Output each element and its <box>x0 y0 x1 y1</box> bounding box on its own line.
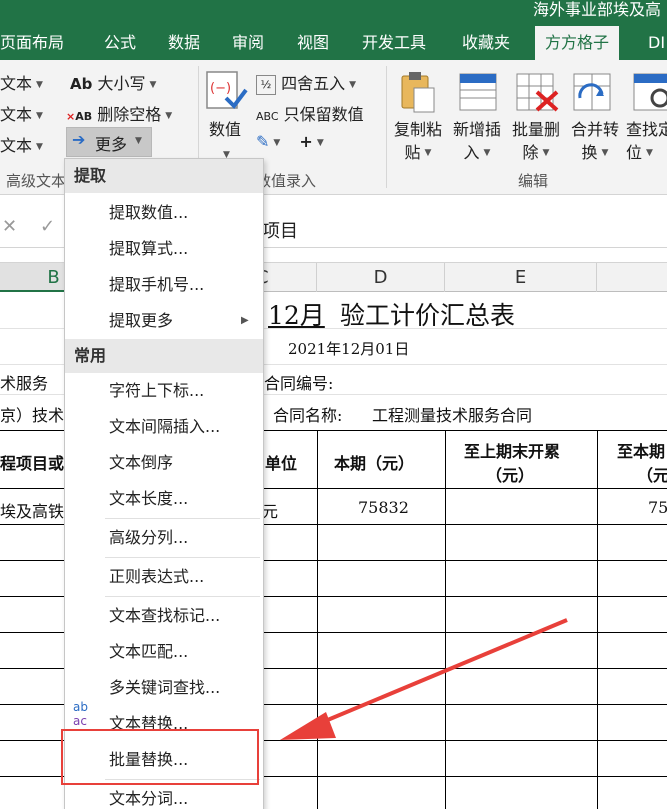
sheet-title: 验工计价汇总表 <box>340 301 516 330</box>
round-button[interactable]: ½ 四舍五入 ▼ <box>256 70 356 95</box>
window-title: 海外事业部埃及高 <box>532 0 661 19</box>
tab-data[interactable]: 数据 <box>168 26 200 60</box>
tab-view[interactable]: 视图 <box>297 26 329 60</box>
chevron-right-icon: ▶ <box>241 315 249 326</box>
menu-section-extract: 提取 <box>65 159 263 193</box>
table-border <box>597 430 598 809</box>
annotation-arrow <box>280 618 568 740</box>
header-total: 至本期 <box>617 442 666 461</box>
find-locate-button[interactable]: 查找定位 ▼ <box>626 118 667 165</box>
case-convert-button[interactable]: Ab 大小写 ▼ <box>70 70 156 94</box>
menu-item-extract-phone[interactable]: 提取手机号... <box>65 267 263 303</box>
svg-text:(−): (−) <box>210 81 231 96</box>
menu-item-multi-keyword[interactable]: 多关键词查找... <box>65 670 263 706</box>
header-current-period: 本期（元） <box>334 454 415 473</box>
menu-item-extract-number[interactable]: 提取数值... <box>65 195 263 231</box>
menu-separator <box>105 518 260 519</box>
plus-icon: + <box>299 132 313 151</box>
tab-developer[interactable]: 开发工具 <box>362 26 426 60</box>
tab-favorites[interactable]: 收藏夹 <box>462 26 510 60</box>
ab-case-icon: Ab <box>70 75 93 93</box>
menu-item-extract-more[interactable]: 提取更多 ▶ <box>65 303 263 339</box>
menu-separator <box>105 557 260 558</box>
more-dropdown-button[interactable]: ➔ 更多 ▼ <box>66 127 152 157</box>
text-button-3[interactable]: 文本 ▼ <box>0 132 43 156</box>
copy-paste-button[interactable]: 复制粘贴 ▼ <box>390 118 446 165</box>
menu-item-regex[interactable]: 正则表达式... <box>65 559 263 595</box>
batch-delete-icon <box>515 72 559 112</box>
text-button-1[interactable]: 文本 ▼ <box>0 70 43 94</box>
menu-section-common: 常用 <box>65 339 263 373</box>
text-button-2[interactable]: 文本 ▼ <box>0 101 43 125</box>
group-label-value-input: 数值录入 <box>256 172 317 190</box>
ribbon-separator <box>386 66 387 188</box>
menu-item-text-match[interactable]: 文本匹配... <box>65 634 263 670</box>
contract-name-label: 合同名称: <box>273 406 343 425</box>
service-text: 术服务 <box>0 374 49 393</box>
round-icon: ½ <box>256 74 276 95</box>
cell-unit: 元 <box>262 502 279 521</box>
menu-item-interval-insert[interactable]: 文本间隔插入... <box>65 409 263 445</box>
group-label-edit: 编辑 <box>518 172 549 190</box>
column-header-d[interactable]: D <box>317 263 445 292</box>
batch-delete-button[interactable]: 批量删除 ▼ <box>506 118 566 165</box>
tab-review[interactable]: 审阅 <box>232 26 264 60</box>
contract-number-label: 合同编号: <box>264 374 334 393</box>
column-header-e[interactable]: E <box>445 263 597 292</box>
tab-page-layout[interactable]: 页面布局 <box>0 26 64 60</box>
header-project: 程项目或 <box>0 454 65 473</box>
menu-item-find-mark[interactable]: 文本查找标记... <box>65 598 263 634</box>
menu-item-advanced-split[interactable]: 高级分列... <box>65 520 263 556</box>
value-button[interactable]: 数值 <box>205 118 245 141</box>
header-previous-unit: （元） <box>486 466 535 485</box>
contract-name: 工程测量技术服务合同 <box>372 406 533 425</box>
ribbon-tab-strip: 页面布局 公式 数据 审阅 视图 开发工具 收藏夹 方方格子 DI <box>0 26 667 60</box>
abc-icon: ABC <box>256 110 279 123</box>
replace-icon: ab ac <box>73 700 88 728</box>
sheet-title-month: 12月 <box>268 301 325 330</box>
tab-fangfang-gezi[interactable]: 方方格子 <box>535 26 620 60</box>
merge-convert-button[interactable]: 合并转换 ▼ <box>566 118 624 165</box>
header-unit: 单位 <box>265 454 298 473</box>
cell-total-amount: 75 <box>648 498 667 517</box>
value-icon: (−) <box>204 70 248 110</box>
menu-item-extract-formula[interactable]: 提取算式... <box>65 231 263 267</box>
delete-space-button[interactable]: ×AB 删除空格 ▼ <box>66 101 172 125</box>
arrow-right-icon: ➔ <box>72 130 86 149</box>
chevron-down-icon: ▼ <box>135 136 142 146</box>
company-text: 京）技术 <box>0 406 65 425</box>
batch-insert-button[interactable]: 新增插入 ▼ <box>448 118 506 165</box>
header-total-unit: （元 <box>637 466 667 485</box>
batch-insert-icon <box>458 72 498 112</box>
header-previous-cumulative: 至上期末开累 <box>464 442 561 461</box>
clipboard-icon <box>398 70 438 113</box>
sheet-date: 2021年12月01日 <box>288 340 410 358</box>
cell-current-amount: 75832 <box>358 498 409 517</box>
edit-pencil-icon: ✎ <box>256 132 270 151</box>
edit-tools-button[interactable]: ✎ ▼ + ▼ <box>256 132 324 151</box>
annotation-highlight-box <box>61 729 259 785</box>
confirm-icon[interactable]: ✓ <box>40 216 55 237</box>
menu-item-reverse-text[interactable]: 文本倒序 <box>65 445 263 481</box>
tab-formulas[interactable]: 公式 <box>104 26 136 60</box>
group-label-advanced-text: 高级文本 <box>6 172 67 190</box>
title-bar: 海外事业部埃及高 <box>0 0 667 26</box>
formula-input[interactable]: 项目 <box>262 217 298 243</box>
delete-space-icon: ×AB <box>66 110 93 123</box>
cancel-icon[interactable]: ✕ <box>2 216 17 237</box>
menu-item-text-segment[interactable]: 文本分词... <box>65 781 263 809</box>
keep-value-button[interactable]: ABC 只保留数值 <box>256 101 364 125</box>
cell-project: 埃及高铁 <box>0 502 65 521</box>
find-locate-icon <box>632 72 667 112</box>
menu-item-superscript[interactable]: 字符上下标... <box>65 373 263 409</box>
menu-item-text-length[interactable]: 文本长度... <box>65 481 263 517</box>
merge-convert-icon <box>572 72 612 112</box>
tab-di[interactable]: DI <box>648 26 665 60</box>
menu-separator <box>105 596 260 597</box>
more-dropdown-menu: 提取 提取数值... 提取算式... 提取手机号... 提取更多 ▶ 常用 字符… <box>64 158 264 809</box>
